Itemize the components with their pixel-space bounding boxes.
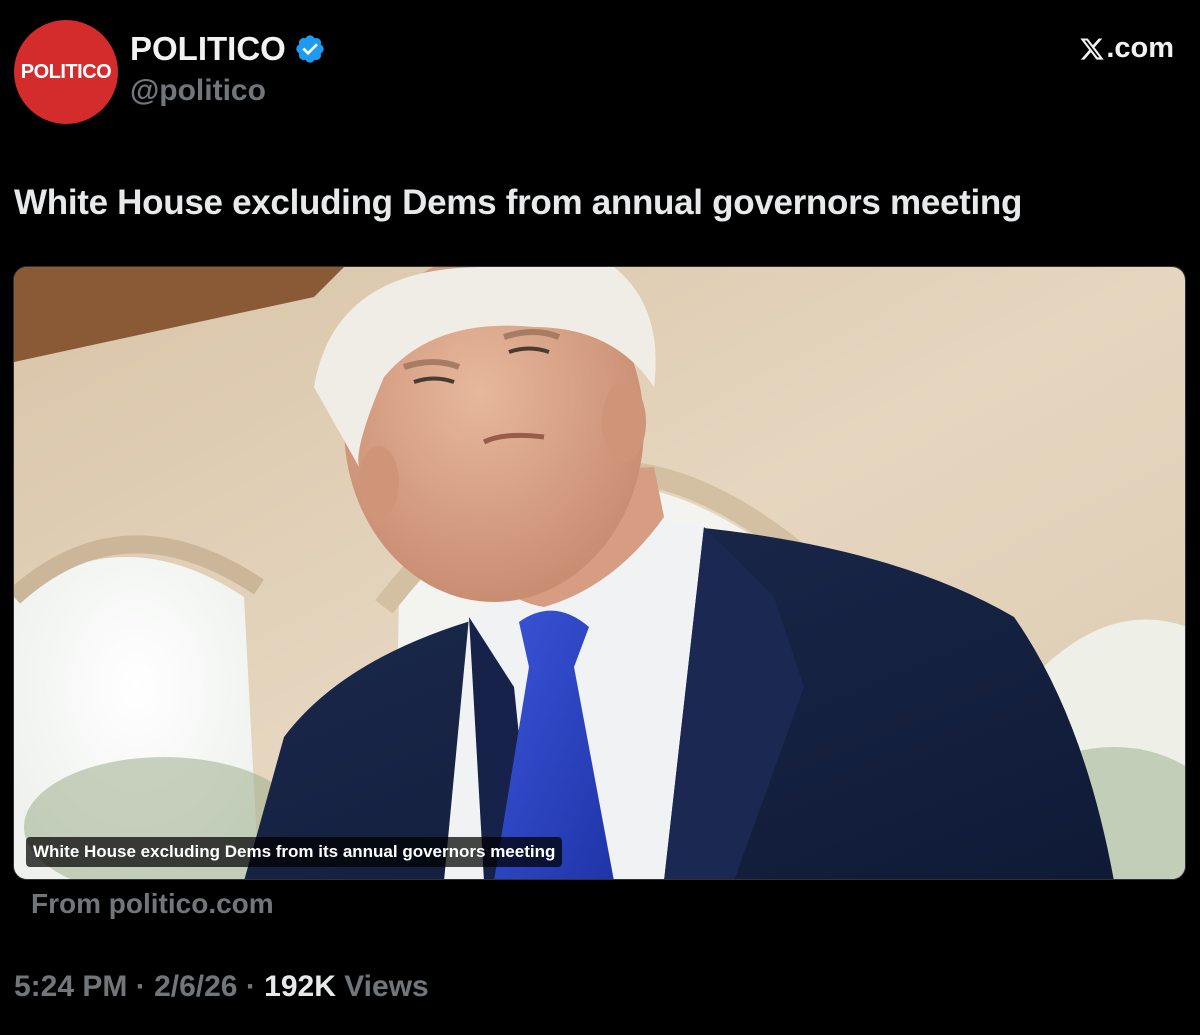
tweet-meta: 5:24 PM · 2/6/26 · 192K Views [14, 970, 429, 1004]
link-card[interactable]: White House excluding Dems from its annu… [13, 266, 1186, 880]
source-brand: .com [1079, 32, 1174, 65]
display-name[interactable]: POLITICO [130, 30, 286, 68]
tweet-date[interactable]: 2/6/26 [154, 970, 237, 1004]
avatar[interactable]: POLITICO [14, 20, 118, 124]
article-photo [14, 267, 1185, 879]
source-domain-label: .com [1106, 32, 1174, 64]
user-handle[interactable]: @politico [130, 74, 266, 108]
card-caption: White House excluding Dems from its annu… [26, 837, 563, 867]
tweet-text: White House excluding Dems from annual g… [14, 183, 1023, 222]
tweet-screenshot: POLITICO POLITICO @politico .com White H… [0, 0, 1200, 1035]
views-count[interactable]: 192K [264, 970, 336, 1004]
meta-separator: · [127, 970, 155, 1003]
verified-badge-icon[interactable] [294, 33, 326, 65]
views-label: Views [335, 970, 429, 1003]
meta-separator: · [237, 970, 265, 1003]
avatar-logo-text: POLITICO [20, 60, 112, 83]
name-row: POLITICO [130, 30, 326, 68]
x-logo-icon [1080, 37, 1105, 60]
card-source-domain[interactable]: From politico.com [31, 888, 274, 920]
tweet-time[interactable]: 5:24 PM [14, 970, 127, 1004]
